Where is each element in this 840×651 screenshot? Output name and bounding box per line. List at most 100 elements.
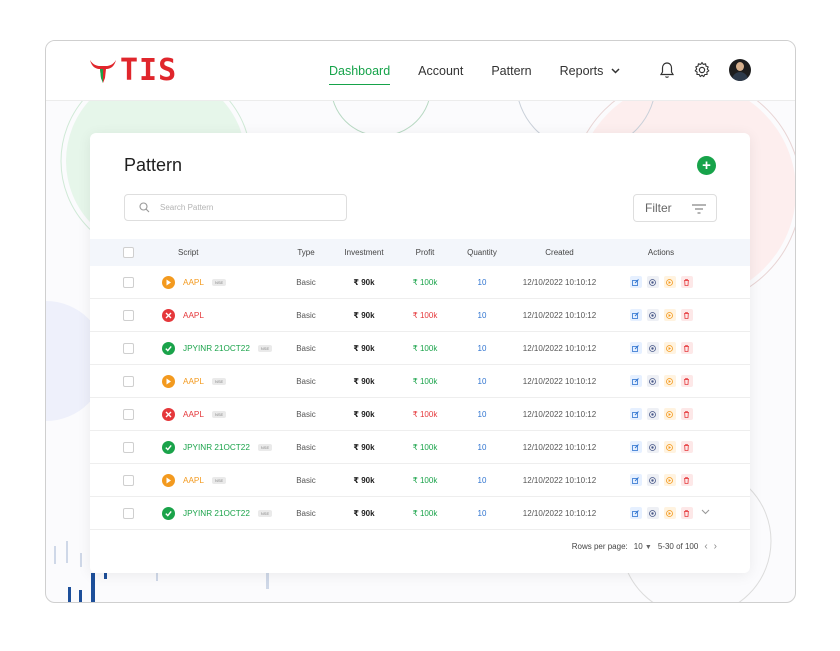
row-checkbox[interactable] bbox=[123, 342, 134, 354]
next-page-icon[interactable]: › bbox=[714, 541, 717, 552]
script-name[interactable]: AAPL bbox=[183, 377, 204, 386]
edit-icon[interactable] bbox=[629, 507, 642, 519]
col-script[interactable]: Script bbox=[162, 248, 283, 257]
script-name[interactable]: JPYINR 21OCT22 bbox=[183, 344, 250, 353]
investment-cell: ₹ 90k bbox=[353, 508, 375, 518]
add-pattern-button[interactable]: + bbox=[697, 156, 716, 175]
table-row[interactable]: JPYINR 21OCT22 NSE Basic ₹ 90k ₹ 100k 10 12/10… bbox=[90, 497, 750, 530]
actions-cell bbox=[606, 474, 716, 486]
bell-icon[interactable] bbox=[659, 61, 675, 79]
script-cell: AAPL NSE bbox=[162, 407, 283, 421]
play-icon[interactable] bbox=[663, 375, 676, 387]
search-box[interactable] bbox=[124, 194, 347, 221]
edit-icon[interactable] bbox=[629, 474, 642, 486]
edit-icon[interactable] bbox=[629, 408, 642, 420]
col-investment[interactable]: Investment bbox=[329, 248, 399, 257]
created-cell: 12/10/2022 10:10:12 bbox=[522, 376, 597, 386]
edit-icon[interactable] bbox=[629, 375, 642, 387]
col-actions: Actions bbox=[647, 248, 675, 257]
table-row[interactable]: JPYINR 21OCT22 NSE Basic ₹ 90k ₹ 100k 10 12/10… bbox=[90, 431, 750, 464]
nav-reports[interactable]: Reports bbox=[560, 41, 621, 101]
delete-icon[interactable] bbox=[680, 441, 693, 453]
user-avatar[interactable] bbox=[729, 59, 751, 81]
rows-per-page-select[interactable]: 10 ▼ bbox=[634, 542, 652, 551]
script-name[interactable]: AAPL bbox=[183, 476, 204, 485]
table-row[interactable]: AAPL NSE Basic ₹ 90k ₹ 100k 10 12/10/2022 10:1… bbox=[90, 365, 750, 398]
expand-row-icon[interactable] bbox=[701, 509, 710, 515]
edit-icon[interactable] bbox=[629, 342, 642, 354]
view-icon[interactable] bbox=[646, 474, 659, 486]
play-icon[interactable] bbox=[663, 309, 676, 321]
filter-button[interactable]: Filter bbox=[633, 194, 717, 222]
nav-pattern[interactable]: Pattern bbox=[491, 41, 531, 101]
script-cell: AAPL bbox=[162, 308, 283, 322]
delete-icon[interactable] bbox=[680, 474, 693, 486]
exchange-tag: NSE bbox=[257, 443, 273, 451]
script-name[interactable]: AAPL bbox=[183, 278, 204, 287]
script-name[interactable]: JPYINR 21OCT22 bbox=[183, 443, 250, 452]
actions-cell bbox=[606, 441, 716, 453]
delete-icon[interactable] bbox=[680, 342, 693, 354]
table-row[interactable]: JPYINR 21OCT22 NSE Basic ₹ 90k ₹ 100k 10 12/10… bbox=[90, 332, 750, 365]
view-icon[interactable] bbox=[646, 441, 659, 453]
nav-account[interactable]: Account bbox=[418, 41, 463, 101]
col-profit[interactable]: Profit bbox=[399, 248, 451, 257]
profit-cell: ₹ 100k bbox=[412, 277, 438, 287]
rows-per-page-value: 10 bbox=[633, 542, 643, 551]
row-checkbox[interactable] bbox=[123, 507, 134, 519]
edit-icon[interactable] bbox=[629, 276, 642, 288]
page-range: 5-30 of 100 bbox=[657, 542, 699, 551]
play-icon[interactable] bbox=[663, 507, 676, 519]
row-checkbox[interactable] bbox=[123, 441, 134, 453]
table-row[interactable]: AAPL Basic ₹ 90k ₹ 100k 10 12/10/2022 10:10:1… bbox=[90, 299, 750, 332]
play-icon[interactable] bbox=[663, 276, 676, 288]
header-actions bbox=[659, 59, 751, 81]
prev-page-icon[interactable]: ‹ bbox=[704, 541, 707, 552]
quantity-cell: 10 bbox=[477, 442, 487, 452]
brand-logo[interactable]: TIS bbox=[88, 55, 177, 87]
delete-icon[interactable] bbox=[680, 507, 693, 519]
select-all-checkbox[interactable] bbox=[123, 247, 134, 258]
view-icon[interactable] bbox=[646, 309, 659, 321]
row-checkbox[interactable] bbox=[123, 276, 134, 288]
script-name[interactable]: AAPL bbox=[183, 311, 204, 320]
play-icon[interactable] bbox=[663, 342, 676, 354]
caret-down-icon: ▼ bbox=[644, 544, 652, 551]
view-icon[interactable] bbox=[646, 342, 659, 354]
script-name[interactable]: AAPL bbox=[183, 410, 204, 419]
actions-cell bbox=[606, 342, 716, 354]
col-type[interactable]: Type bbox=[283, 248, 329, 257]
col-quantity[interactable]: Quantity bbox=[451, 248, 513, 257]
delete-icon[interactable] bbox=[680, 375, 693, 387]
col-created[interactable]: Created bbox=[513, 248, 606, 257]
view-icon[interactable] bbox=[646, 276, 659, 288]
table-row[interactable]: AAPL NSE Basic ₹ 90k ₹ 100k 10 12/10/2022 10:1… bbox=[90, 266, 750, 299]
row-checkbox[interactable] bbox=[123, 375, 134, 387]
play-icon[interactable] bbox=[663, 441, 676, 453]
view-icon[interactable] bbox=[646, 507, 659, 519]
table-row[interactable]: AAPL NSE Basic ₹ 90k ₹ 100k 10 12/10/2022 10:1… bbox=[90, 464, 750, 497]
type-cell: Basic bbox=[296, 310, 316, 320]
nav-dashboard[interactable]: Dashboard bbox=[329, 41, 391, 101]
view-icon[interactable] bbox=[646, 375, 659, 387]
search-input[interactable] bbox=[160, 203, 320, 212]
type-cell: Basic bbox=[296, 343, 316, 353]
script-name[interactable]: JPYINR 21OCT22 bbox=[183, 509, 250, 518]
row-checkbox[interactable] bbox=[123, 309, 134, 321]
nav-account-label: Account bbox=[418, 64, 464, 78]
view-icon[interactable] bbox=[646, 408, 659, 420]
edit-icon[interactable] bbox=[629, 309, 642, 321]
status-failed-icon bbox=[162, 407, 175, 421]
delete-icon[interactable] bbox=[680, 276, 693, 288]
play-icon[interactable] bbox=[663, 408, 676, 420]
row-checkbox[interactable] bbox=[123, 474, 134, 486]
created-cell: 12/10/2022 10:10:12 bbox=[522, 508, 597, 518]
delete-icon[interactable] bbox=[680, 408, 693, 420]
row-select-cell bbox=[90, 441, 162, 453]
play-icon[interactable] bbox=[663, 474, 676, 486]
edit-icon[interactable] bbox=[629, 441, 642, 453]
row-checkbox[interactable] bbox=[123, 408, 134, 420]
gear-icon[interactable] bbox=[693, 61, 711, 79]
table-row[interactable]: AAPL NSE Basic ₹ 90k ₹ 100k 10 12/10/2022 10:1… bbox=[90, 398, 750, 431]
delete-icon[interactable] bbox=[680, 309, 693, 321]
